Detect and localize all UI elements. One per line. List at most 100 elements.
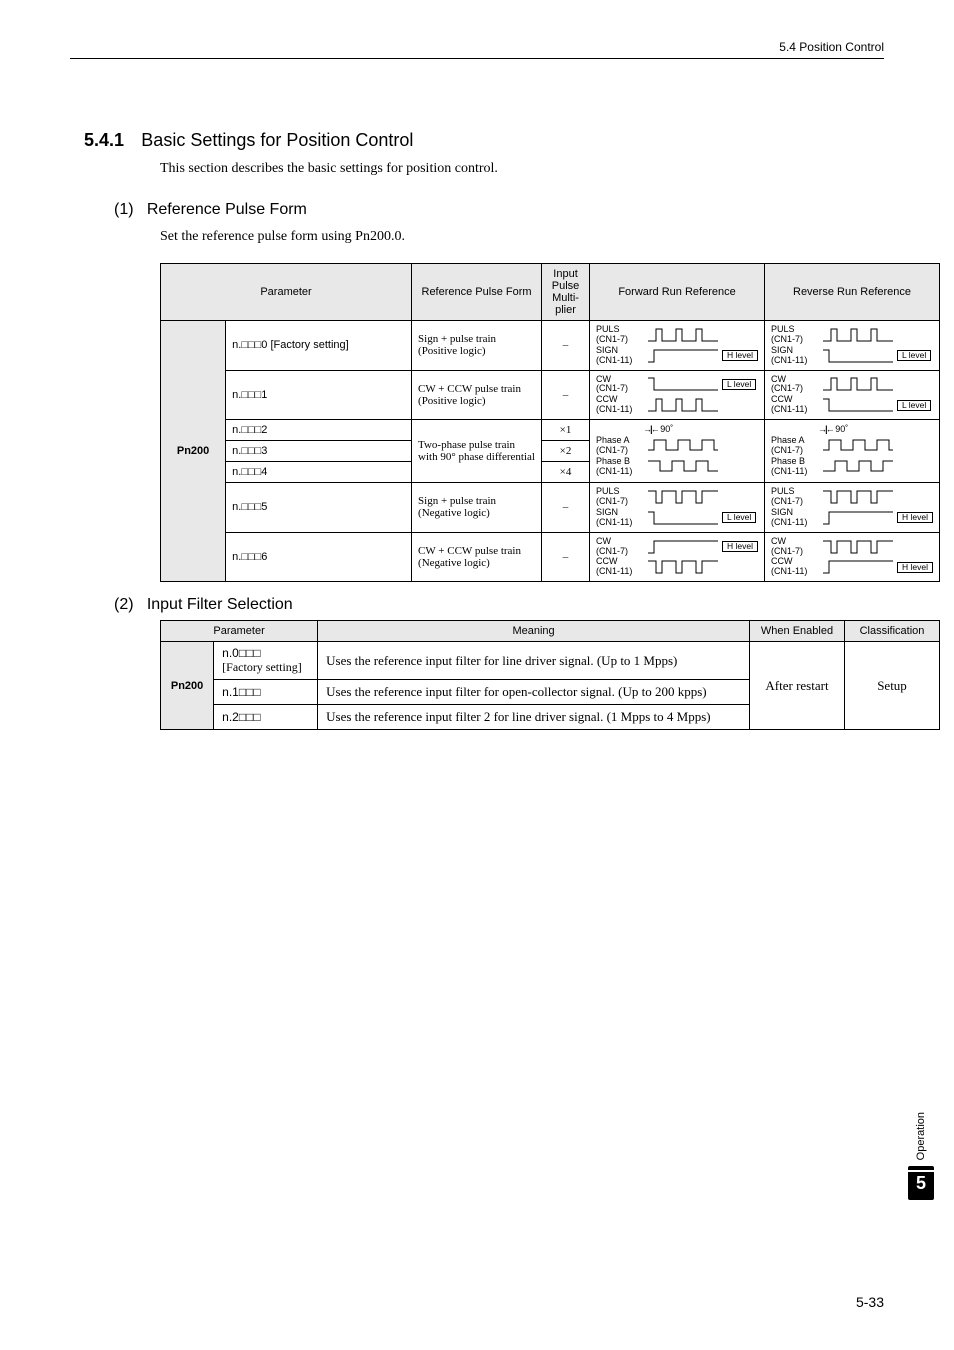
signal-row: CCW(CN1-11)L level <box>771 395 933 415</box>
signal-row: SIGN(CN1-11)H level <box>771 508 933 528</box>
rev-cell: PULS(CN1-7)SIGN(CN1-11)H level <box>765 483 940 533</box>
pulse-form-table: Parameter Reference Pulse Form Input Pul… <box>160 263 940 582</box>
signal-row: CW(CN1-7) <box>771 537 933 557</box>
signal-row: PULS(CN1-7) <box>596 487 758 507</box>
param-value: n.□□□6 <box>226 532 412 582</box>
rev-cell: →||← 90˚ Phase A(CN1-7) Phase B(CN1-11) <box>765 420 940 483</box>
signal-block: PULS(CN1-7)SIGN(CN1-11)H level <box>596 325 758 366</box>
th-fwd: Forward Run Reference <box>590 264 765 321</box>
waveform-icon <box>823 489 893 505</box>
signal-row: CW(CN1-7) L level <box>596 375 758 395</box>
signal-label: CW(CN1-7) <box>771 537 819 557</box>
form-cell: Sign + pulse train (Negative logic) <box>412 483 542 533</box>
phase-block: →||← 90˚ Phase A(CN1-7) Phase B(CN1-11) <box>771 425 933 476</box>
rev-cell: CW(CN1-7)CCW(CN1-11) H level <box>765 532 940 582</box>
level-label: H level <box>722 350 758 361</box>
section-title: Basic Settings for Position Control <box>141 130 413 150</box>
subsection-1-heading: (1) Reference Pulse Form <box>114 201 884 219</box>
header-rule <box>70 58 884 59</box>
mult-cell: – <box>542 321 590 371</box>
signal-label: CW(CN1-7) <box>771 375 819 395</box>
waveform-icon <box>648 327 718 343</box>
param-value: n.2□□□ <box>214 705 318 730</box>
signal-label: CW(CN1-7) <box>596 375 644 395</box>
signal-row: SIGN(CN1-11) H level <box>596 346 758 366</box>
signal-label: CCW(CN1-11) <box>596 557 644 577</box>
section-desc: This section describes the basic setting… <box>160 161 884 177</box>
waveform-icon <box>648 397 718 413</box>
subsection-2-num: (2) <box>114 596 134 613</box>
signal-row: PULS(CN1-7) <box>771 325 933 345</box>
waveform-icon <box>823 559 893 575</box>
waveform-icon <box>823 459 893 475</box>
th-when: When Enabled <box>750 621 845 642</box>
waveform-icon <box>648 348 718 364</box>
signal-row: SIGN(CN1-11) L level <box>596 508 758 528</box>
phase-block: →||← 90˚ Phase A(CN1-7) Phase B(CN1-11) <box>596 425 758 476</box>
table-row: Pn200n.0□□□[Factory setting]Uses the ref… <box>161 642 940 680</box>
when-cell: After restart <box>750 642 845 730</box>
mult-cell: – <box>542 370 590 420</box>
table-row: n.□□□6 CW + CCW pulse train (Negative lo… <box>161 532 940 582</box>
th-meaning: Meaning <box>318 621 750 642</box>
table-header-row: Parameter Reference Pulse Form Input Pul… <box>161 264 940 321</box>
signal-block: CW(CN1-7)H levelCCW(CN1-11) <box>596 537 758 578</box>
class-cell: Setup <box>845 642 940 730</box>
phase-b-row: Phase B(CN1-11) <box>596 457 758 477</box>
mult-cell: ×1 <box>542 420 590 441</box>
fwd-cell: →||← 90˚ Phase A(CN1-7) Phase B(CN1-11) <box>590 420 765 483</box>
waveform-icon <box>823 510 893 526</box>
signal-row: CCW(CN1-11) H level <box>771 557 933 577</box>
signal-row: CW(CN1-7)H level <box>596 537 758 557</box>
signal-label: SIGN(CN1-11) <box>771 346 819 366</box>
signal-label: PULS(CN1-7) <box>596 487 644 507</box>
th-class: Classification <box>845 621 940 642</box>
waveform-icon <box>823 539 893 555</box>
level-label: L level <box>897 400 931 411</box>
th-form: Reference Pulse Form <box>412 264 542 321</box>
param-value: n.□□□0 [Factory setting] <box>226 321 412 371</box>
table-row: n.□□□2 Two-phase pulse train with 90° ph… <box>161 420 940 441</box>
th-rev: Reverse Run Reference <box>765 264 940 321</box>
signal-label: CCW(CN1-11) <box>771 557 819 577</box>
level-label: H level <box>897 562 933 573</box>
signal-label: SIGN(CN1-11) <box>596 508 644 528</box>
table-row: Pn200 n.□□□0 [Factory setting] Sign + pu… <box>161 321 940 371</box>
param-value: n.□□□4 <box>226 462 412 483</box>
param-value: n.□□□5 <box>226 483 412 533</box>
pn-label: Pn200 <box>161 642 214 730</box>
level-label: L level <box>722 512 756 523</box>
subsection-1-desc: Set the reference pulse form using Pn200… <box>160 229 884 245</box>
phase-b-row: Phase B(CN1-11) <box>771 457 933 477</box>
rev-cell: PULS(CN1-7)SIGN(CN1-11) L level <box>765 321 940 371</box>
phase-degree: →||← 90˚ <box>641 425 758 435</box>
subsection-2-title: Input Filter Selection <box>147 596 293 613</box>
th-parameter: Parameter <box>161 264 412 321</box>
waveform-icon <box>648 539 718 555</box>
phase-a-row: Phase A(CN1-7) <box>596 436 758 456</box>
signal-block: CW(CN1-7)CCW(CN1-11)L level <box>771 375 933 416</box>
param-value: n.□□□1 <box>226 370 412 420</box>
signal-label: PULS(CN1-7) <box>771 487 819 507</box>
waveform-icon <box>823 348 893 364</box>
signal-block: PULS(CN1-7)SIGN(CN1-11) L level <box>596 487 758 528</box>
mult-cell: – <box>542 532 590 582</box>
signal-block: PULS(CN1-7)SIGN(CN1-11) L level <box>771 325 933 366</box>
level-label: L level <box>722 379 756 390</box>
rev-cell: CW(CN1-7)CCW(CN1-11)L level <box>765 370 940 420</box>
waveform-icon <box>648 438 718 454</box>
section-heading: 5.4.1 Basic Settings for Position Contro… <box>84 130 884 151</box>
signal-row: PULS(CN1-7) <box>771 487 933 507</box>
input-filter-table: Parameter Meaning When Enabled Classific… <box>160 620 940 730</box>
param-value: n.□□□2 <box>226 420 412 441</box>
signal-row: CCW(CN1-11) <box>596 557 758 577</box>
signal-label: SIGN(CN1-11) <box>596 346 644 366</box>
fwd-cell: PULS(CN1-7)SIGN(CN1-11) L level <box>590 483 765 533</box>
table-header-row: Parameter Meaning When Enabled Classific… <box>161 621 940 642</box>
level-label: L level <box>897 350 931 361</box>
signal-row: CW(CN1-7) <box>771 375 933 395</box>
waveform-icon <box>648 559 718 575</box>
signal-label: PULS(CN1-7) <box>771 325 819 345</box>
th-parameter: Parameter <box>161 621 318 642</box>
form-cell: CW + CCW pulse train (Positive logic) <box>412 370 542 420</box>
